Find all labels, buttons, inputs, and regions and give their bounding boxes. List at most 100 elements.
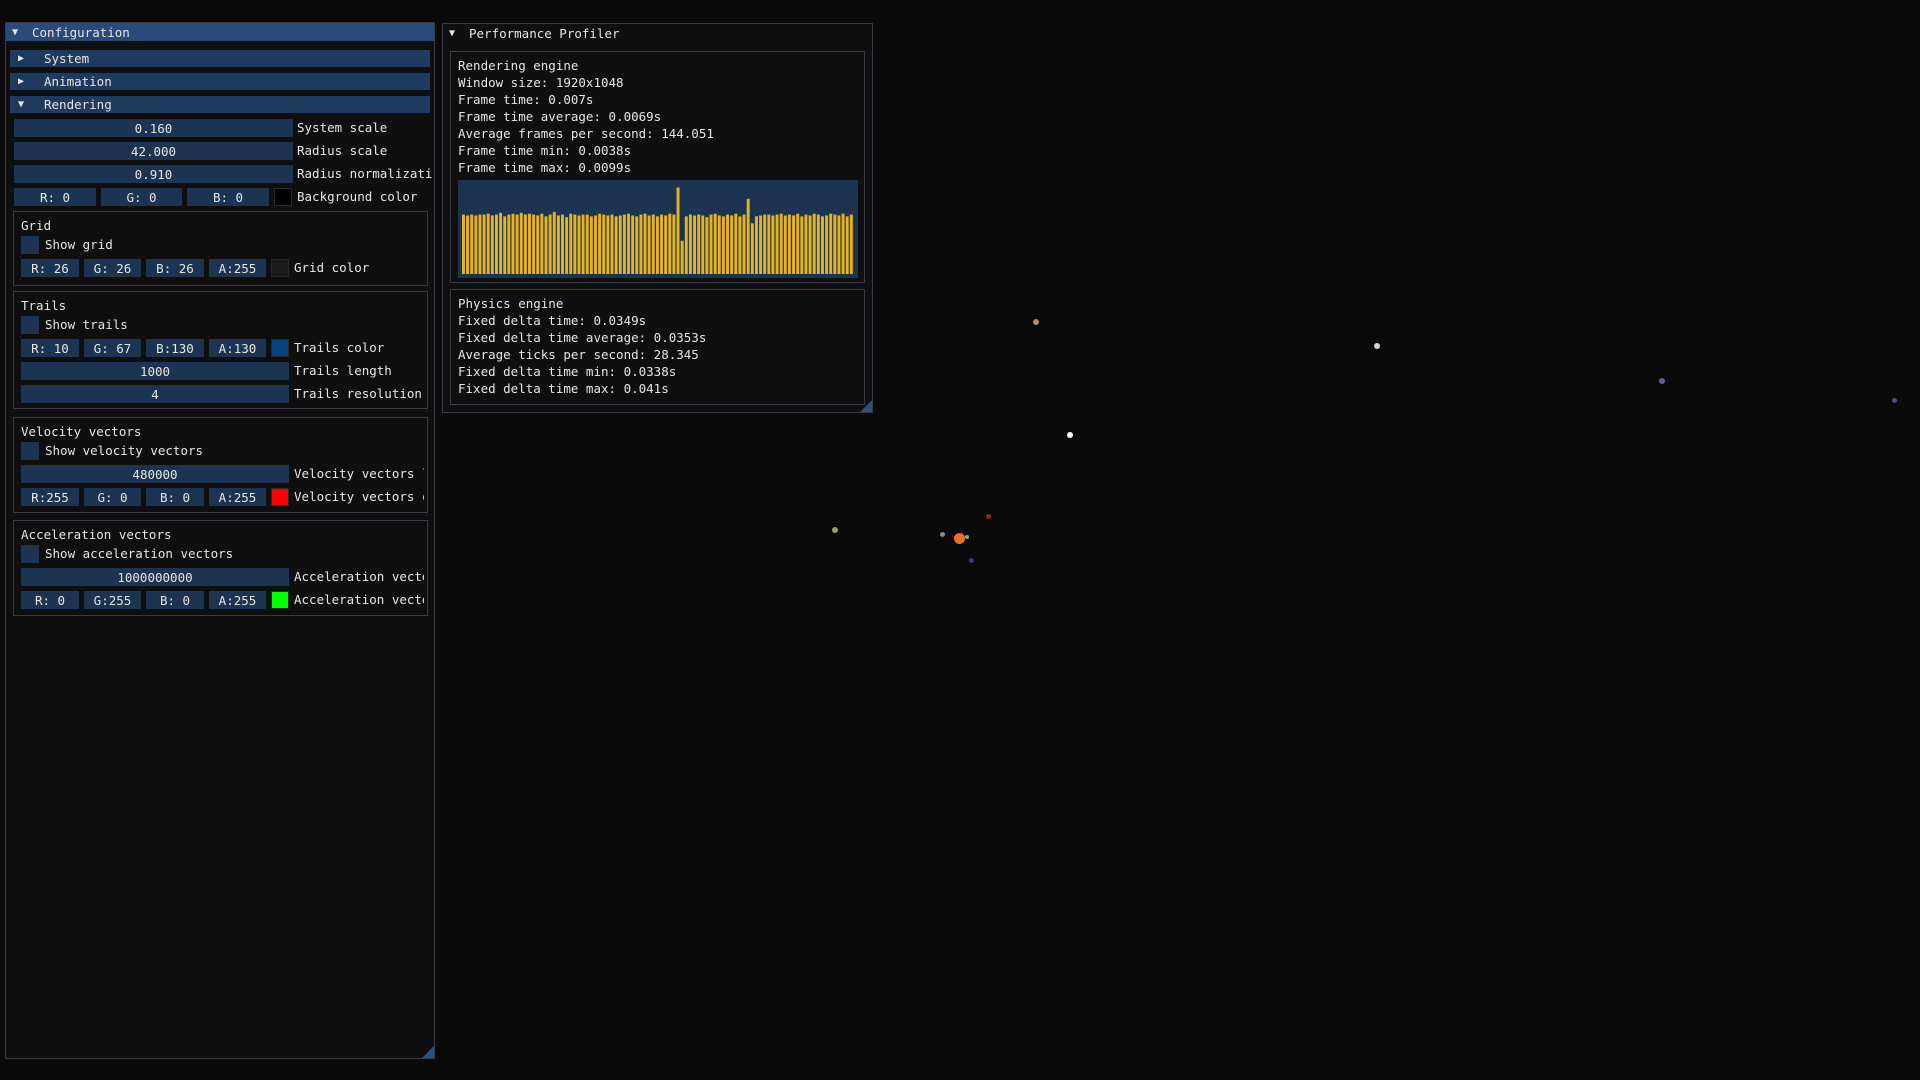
trails-resolution-value: 4 bbox=[151, 386, 159, 402]
histogram-bar bbox=[812, 213, 816, 274]
background-g-field[interactable]: G: 0 bbox=[101, 188, 182, 206]
show-acceleration-vectors-checkbox[interactable] bbox=[21, 545, 39, 563]
histogram-bar bbox=[829, 213, 833, 274]
show-acceleration-vectors-label: Show acceleration vectors bbox=[45, 546, 234, 561]
velocity-vectors-length-slider[interactable]: 480000 bbox=[21, 465, 289, 483]
acceleration-b-value: B: 0 bbox=[159, 592, 191, 608]
configuration-title: Configuration bbox=[32, 24, 130, 40]
histogram-bar bbox=[581, 214, 585, 274]
trails-b-field[interactable]: B:130 bbox=[146, 339, 204, 357]
expand-arrow-icon: ▶ bbox=[18, 76, 25, 87]
histogram-bar bbox=[668, 213, 672, 274]
velocity-r-value: R:255 bbox=[31, 489, 69, 505]
acceleration-vectors-group: Acceleration vectors Show acceleration v… bbox=[13, 520, 428, 616]
histogram-bar bbox=[734, 213, 738, 274]
histogram-bar bbox=[833, 214, 837, 274]
acceleration-b-field[interactable]: B: 0 bbox=[146, 591, 204, 609]
histogram-bar bbox=[660, 214, 663, 274]
radius-normalization-value: 0.910 bbox=[134, 166, 173, 182]
resize-grip[interactable] bbox=[860, 400, 872, 412]
grid-g-field[interactable]: G: 26 bbox=[84, 259, 141, 277]
frame-time-max-text: Frame time max: 0.0099s bbox=[458, 160, 632, 175]
body-dot bbox=[986, 514, 991, 519]
body-dot bbox=[1033, 319, 1039, 325]
trails-b-value: B:130 bbox=[156, 340, 194, 356]
histogram-bar bbox=[676, 187, 680, 274]
acceleration-vectors-title: Acceleration vectors bbox=[21, 527, 172, 542]
histogram-bar bbox=[490, 215, 494, 274]
histogram-bar bbox=[602, 214, 606, 274]
histogram-bar bbox=[635, 216, 639, 274]
histogram-bar bbox=[474, 215, 478, 274]
histogram-bar bbox=[643, 213, 647, 274]
system-scale-slider[interactable]: 0.160 bbox=[14, 119, 293, 137]
histogram-bar bbox=[787, 214, 791, 274]
velocity-vectors-length-value: 480000 bbox=[132, 466, 178, 482]
section-rendering-header[interactable]: ▼ Rendering bbox=[10, 96, 430, 113]
acceleration-g-field[interactable]: G:255 bbox=[84, 591, 141, 609]
grid-r-field[interactable]: R: 26 bbox=[21, 259, 79, 277]
grid-a-field[interactable]: A:255 bbox=[209, 259, 266, 277]
profiler-titlebar[interactable]: ▼ Performance Profiler bbox=[443, 24, 872, 42]
radius-scale-slider[interactable]: 42.000 bbox=[14, 142, 293, 160]
velocity-g-field[interactable]: G: 0 bbox=[84, 488, 141, 506]
histogram-bar bbox=[540, 213, 544, 274]
configuration-window[interactable]: ▼ Configuration ▶ System ▶ Animation ▼ R… bbox=[5, 22, 435, 1059]
histogram-bar bbox=[763, 214, 767, 274]
trails-resolution-slider[interactable]: 4 bbox=[21, 385, 289, 403]
histogram-bar bbox=[742, 214, 746, 274]
resize-grip[interactable] bbox=[422, 1046, 434, 1058]
acceleration-vectors-length-value: 1000000000 bbox=[117, 569, 193, 585]
grid-b-field[interactable]: B: 26 bbox=[146, 259, 204, 277]
average-ticks-per-second-text: Average ticks per second: 28.345 bbox=[458, 347, 699, 362]
acceleration-r-field[interactable]: R: 0 bbox=[21, 591, 79, 609]
velocity-a-field[interactable]: A:255 bbox=[209, 488, 266, 506]
histogram-bar bbox=[552, 211, 556, 274]
profiler-title: Performance Profiler bbox=[469, 25, 620, 41]
background-g-value: G: 0 bbox=[126, 189, 157, 205]
velocity-b-field[interactable]: B: 0 bbox=[146, 488, 204, 506]
configuration-titlebar[interactable]: ▼ Configuration bbox=[6, 23, 434, 41]
grid-title: Grid bbox=[21, 218, 52, 233]
trails-a-field[interactable]: A:130 bbox=[209, 339, 266, 357]
acceleration-a-field[interactable]: A:255 bbox=[209, 591, 266, 609]
collapse-arrow-icon[interactable]: ▼ bbox=[12, 27, 24, 38]
show-velocity-vectors-checkbox[interactable] bbox=[21, 442, 39, 460]
background-r-field[interactable]: R: 0 bbox=[14, 188, 96, 206]
histogram-bar bbox=[536, 215, 540, 274]
trails-length-slider[interactable]: 1000 bbox=[21, 362, 289, 380]
histogram-bar bbox=[705, 217, 709, 274]
velocity-vectors-color-label: Velocity vectors color bbox=[294, 489, 424, 504]
system-scale-value: 0.160 bbox=[134, 120, 173, 136]
acceleration-color-swatch[interactable] bbox=[271, 591, 289, 609]
body-dot bbox=[969, 558, 974, 563]
rendering-engine-title: Rendering engine bbox=[458, 58, 579, 73]
trails-g-field[interactable]: G: 67 bbox=[84, 339, 141, 357]
histogram-bar bbox=[651, 214, 655, 274]
show-trails-checkbox[interactable] bbox=[21, 316, 39, 334]
section-animation-header[interactable]: ▶ Animation bbox=[10, 73, 430, 90]
collapse-arrow-icon[interactable]: ▼ bbox=[449, 28, 461, 39]
histogram-bar bbox=[655, 216, 659, 274]
acceleration-vectors-length-slider[interactable]: 1000000000 bbox=[21, 568, 289, 586]
trails-r-field[interactable]: R: 10 bbox=[21, 339, 79, 357]
background-b-field[interactable]: B: 0 bbox=[187, 188, 269, 206]
histogram-bar bbox=[796, 213, 800, 274]
velocity-r-field[interactable]: R:255 bbox=[21, 488, 79, 506]
grid-color-swatch[interactable] bbox=[271, 259, 289, 277]
radius-normalization-label: Radius normalization bbox=[297, 166, 432, 181]
trails-color-swatch[interactable] bbox=[271, 339, 289, 357]
radius-normalization-slider[interactable]: 0.910 bbox=[14, 165, 293, 183]
histogram-bar bbox=[519, 212, 523, 274]
grid-r-value: R: 26 bbox=[31, 260, 69, 276]
histogram-bar bbox=[808, 215, 812, 274]
performance-profiler-window[interactable]: ▼ Performance Profiler Rendering engine … bbox=[442, 23, 873, 413]
histogram-bar bbox=[573, 214, 577, 274]
background-color-swatch[interactable] bbox=[274, 188, 292, 206]
velocity-color-swatch[interactable] bbox=[271, 488, 289, 506]
show-grid-checkbox[interactable] bbox=[21, 236, 39, 254]
histogram-bar bbox=[783, 215, 787, 274]
histogram-bar bbox=[800, 216, 804, 274]
section-system-header[interactable]: ▶ System bbox=[10, 50, 430, 67]
background-color-label: Background color bbox=[297, 189, 418, 204]
